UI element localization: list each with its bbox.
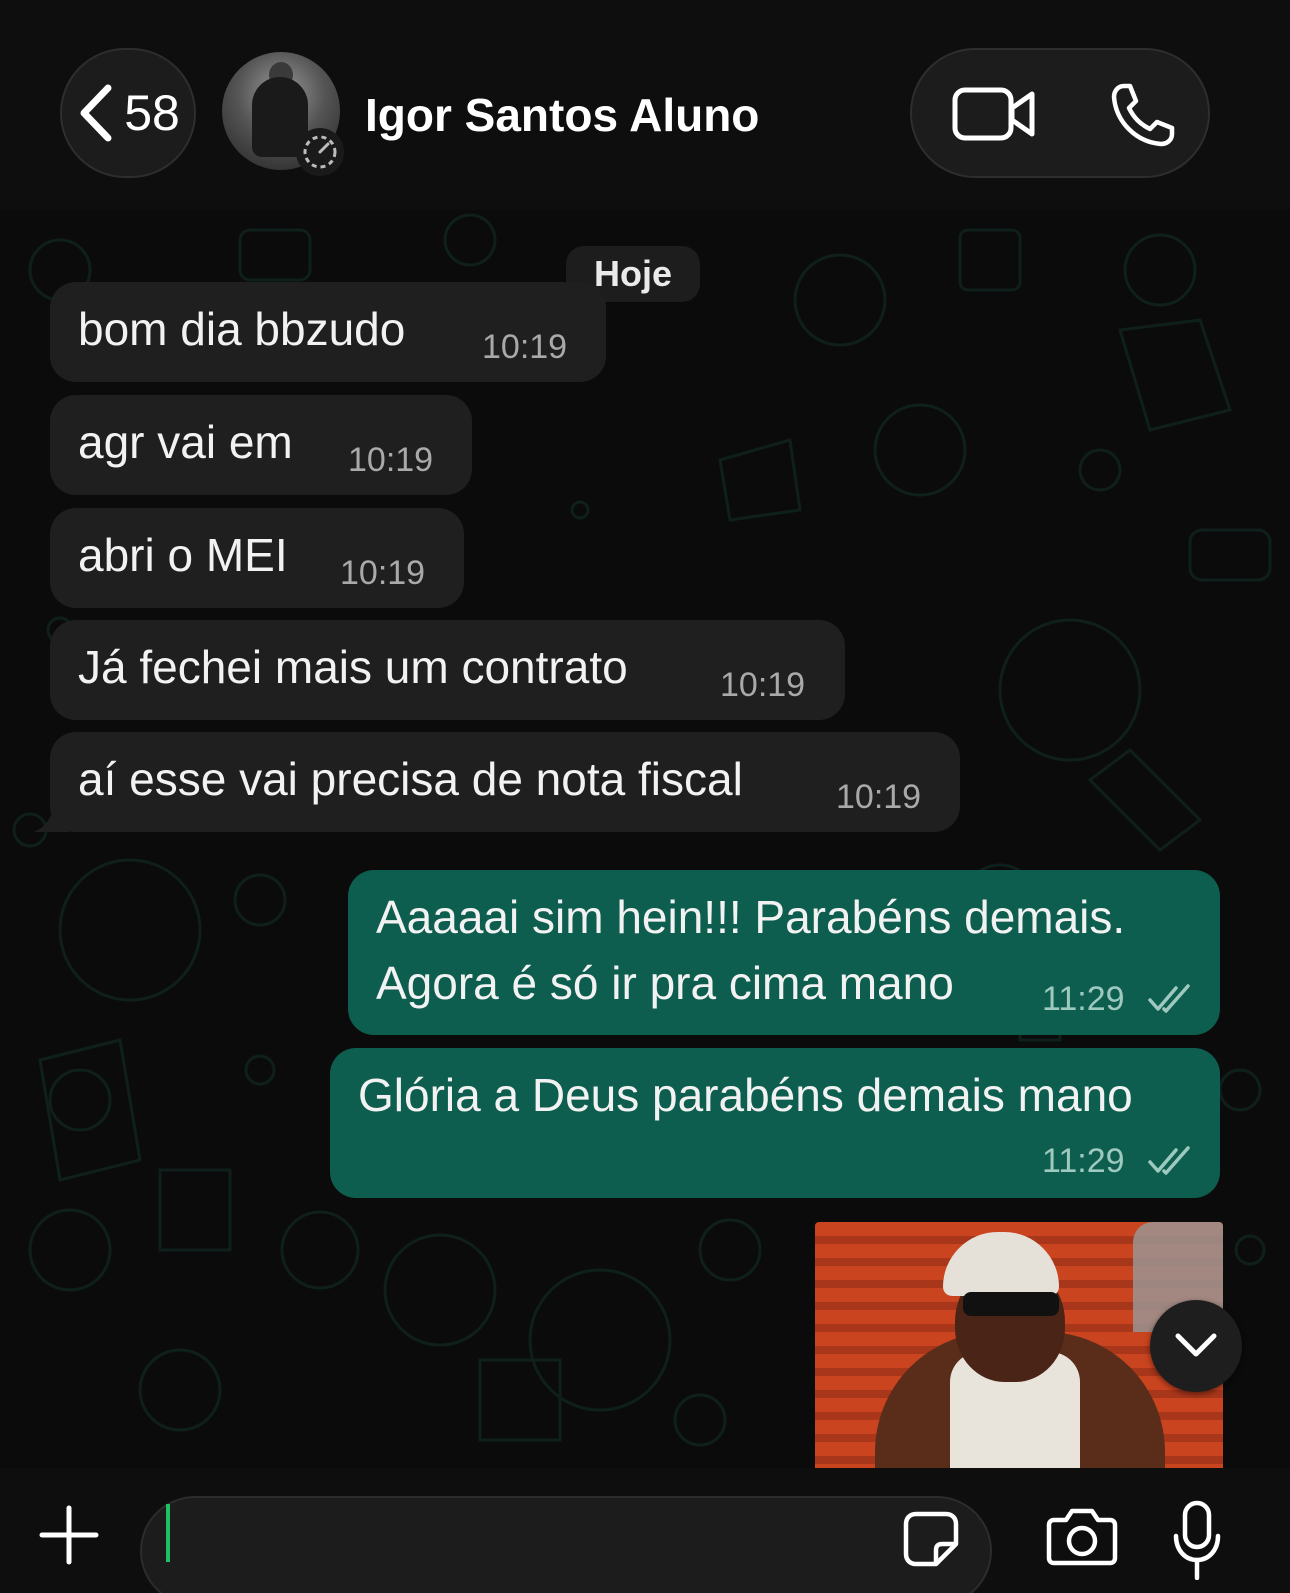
mic-icon[interactable] xyxy=(1172,1500,1222,1580)
message-text: abri o MEI xyxy=(78,529,288,581)
back-button[interactable]: 58 xyxy=(60,48,196,178)
message-composer xyxy=(0,1468,1290,1593)
sticker-icon[interactable] xyxy=(902,1510,960,1568)
phone-icon[interactable] xyxy=(1110,82,1176,148)
message-text: Glória a Deus parabéns demais mano xyxy=(358,1069,1133,1121)
message-bubble-outgoing[interactable]: Aaaaai sim hein!!! Parabéns demais. Agor… xyxy=(348,870,1220,1035)
message-time: 10:19 xyxy=(720,666,806,704)
chevron-left-icon xyxy=(80,84,112,142)
message-text: aí esse vai precisa de nota fiscal xyxy=(78,753,743,805)
message-bubble-incoming[interactable]: abri o MEI 10:19 xyxy=(50,508,464,608)
unread-count: 58 xyxy=(124,85,180,141)
plus-icon[interactable] xyxy=(38,1504,100,1566)
scroll-to-bottom-button[interactable] xyxy=(1150,1300,1242,1392)
message-text: agr vai em xyxy=(78,416,293,468)
message-time: 10:19 xyxy=(836,778,922,816)
message-time: 11:29 xyxy=(1042,980,1125,1018)
message-text: Já fechei mais um contrato xyxy=(78,641,628,693)
video-call-icon[interactable] xyxy=(952,84,1036,144)
message-input[interactable] xyxy=(140,1496,992,1593)
message-bubble-incoming[interactable]: aí esse vai precisa de nota fiscal 10:19 xyxy=(50,732,960,832)
message-list[interactable]: Hoje bom dia bbzudo 10:19 agr vai em 10:… xyxy=(0,210,1290,1468)
message-time: 11:29 xyxy=(1042,1142,1125,1180)
camera-icon[interactable] xyxy=(1046,1506,1118,1566)
chevron-down-icon xyxy=(1175,1333,1217,1357)
message-bubble-outgoing[interactable]: Glória a Deus parabéns demais mano 11:29 xyxy=(330,1048,1220,1198)
read-receipt-icon xyxy=(1148,1146,1190,1175)
message-time: 10:19 xyxy=(482,328,568,366)
message-text-line: Aaaaai sim hein!!! Parabéns demais. xyxy=(376,891,1126,943)
message-time: 10:19 xyxy=(348,441,434,479)
contact-name[interactable]: Igor Santos Aluno xyxy=(365,88,759,142)
read-receipt-icon xyxy=(1148,984,1190,1013)
message-bubble-incoming[interactable]: Já fechei mais um contrato 10:19 xyxy=(50,620,845,720)
text-caret xyxy=(166,1504,170,1562)
chat-header: 58 Igor Santos Aluno xyxy=(0,0,1290,210)
message-bubble-incoming[interactable]: bom dia bbzudo 10:19 xyxy=(50,282,606,382)
gif-subject-cap xyxy=(943,1232,1059,1296)
message-text: bom dia bbzudo xyxy=(78,303,406,355)
status-icon xyxy=(296,128,344,176)
call-actions xyxy=(910,48,1210,178)
message-bubble-incoming[interactable]: agr vai em 10:19 xyxy=(50,395,472,495)
gif-subject-glasses xyxy=(963,1292,1059,1316)
message-text-line: Agora é só ir pra cima mano xyxy=(376,957,954,1009)
message-time: 10:19 xyxy=(340,554,426,592)
